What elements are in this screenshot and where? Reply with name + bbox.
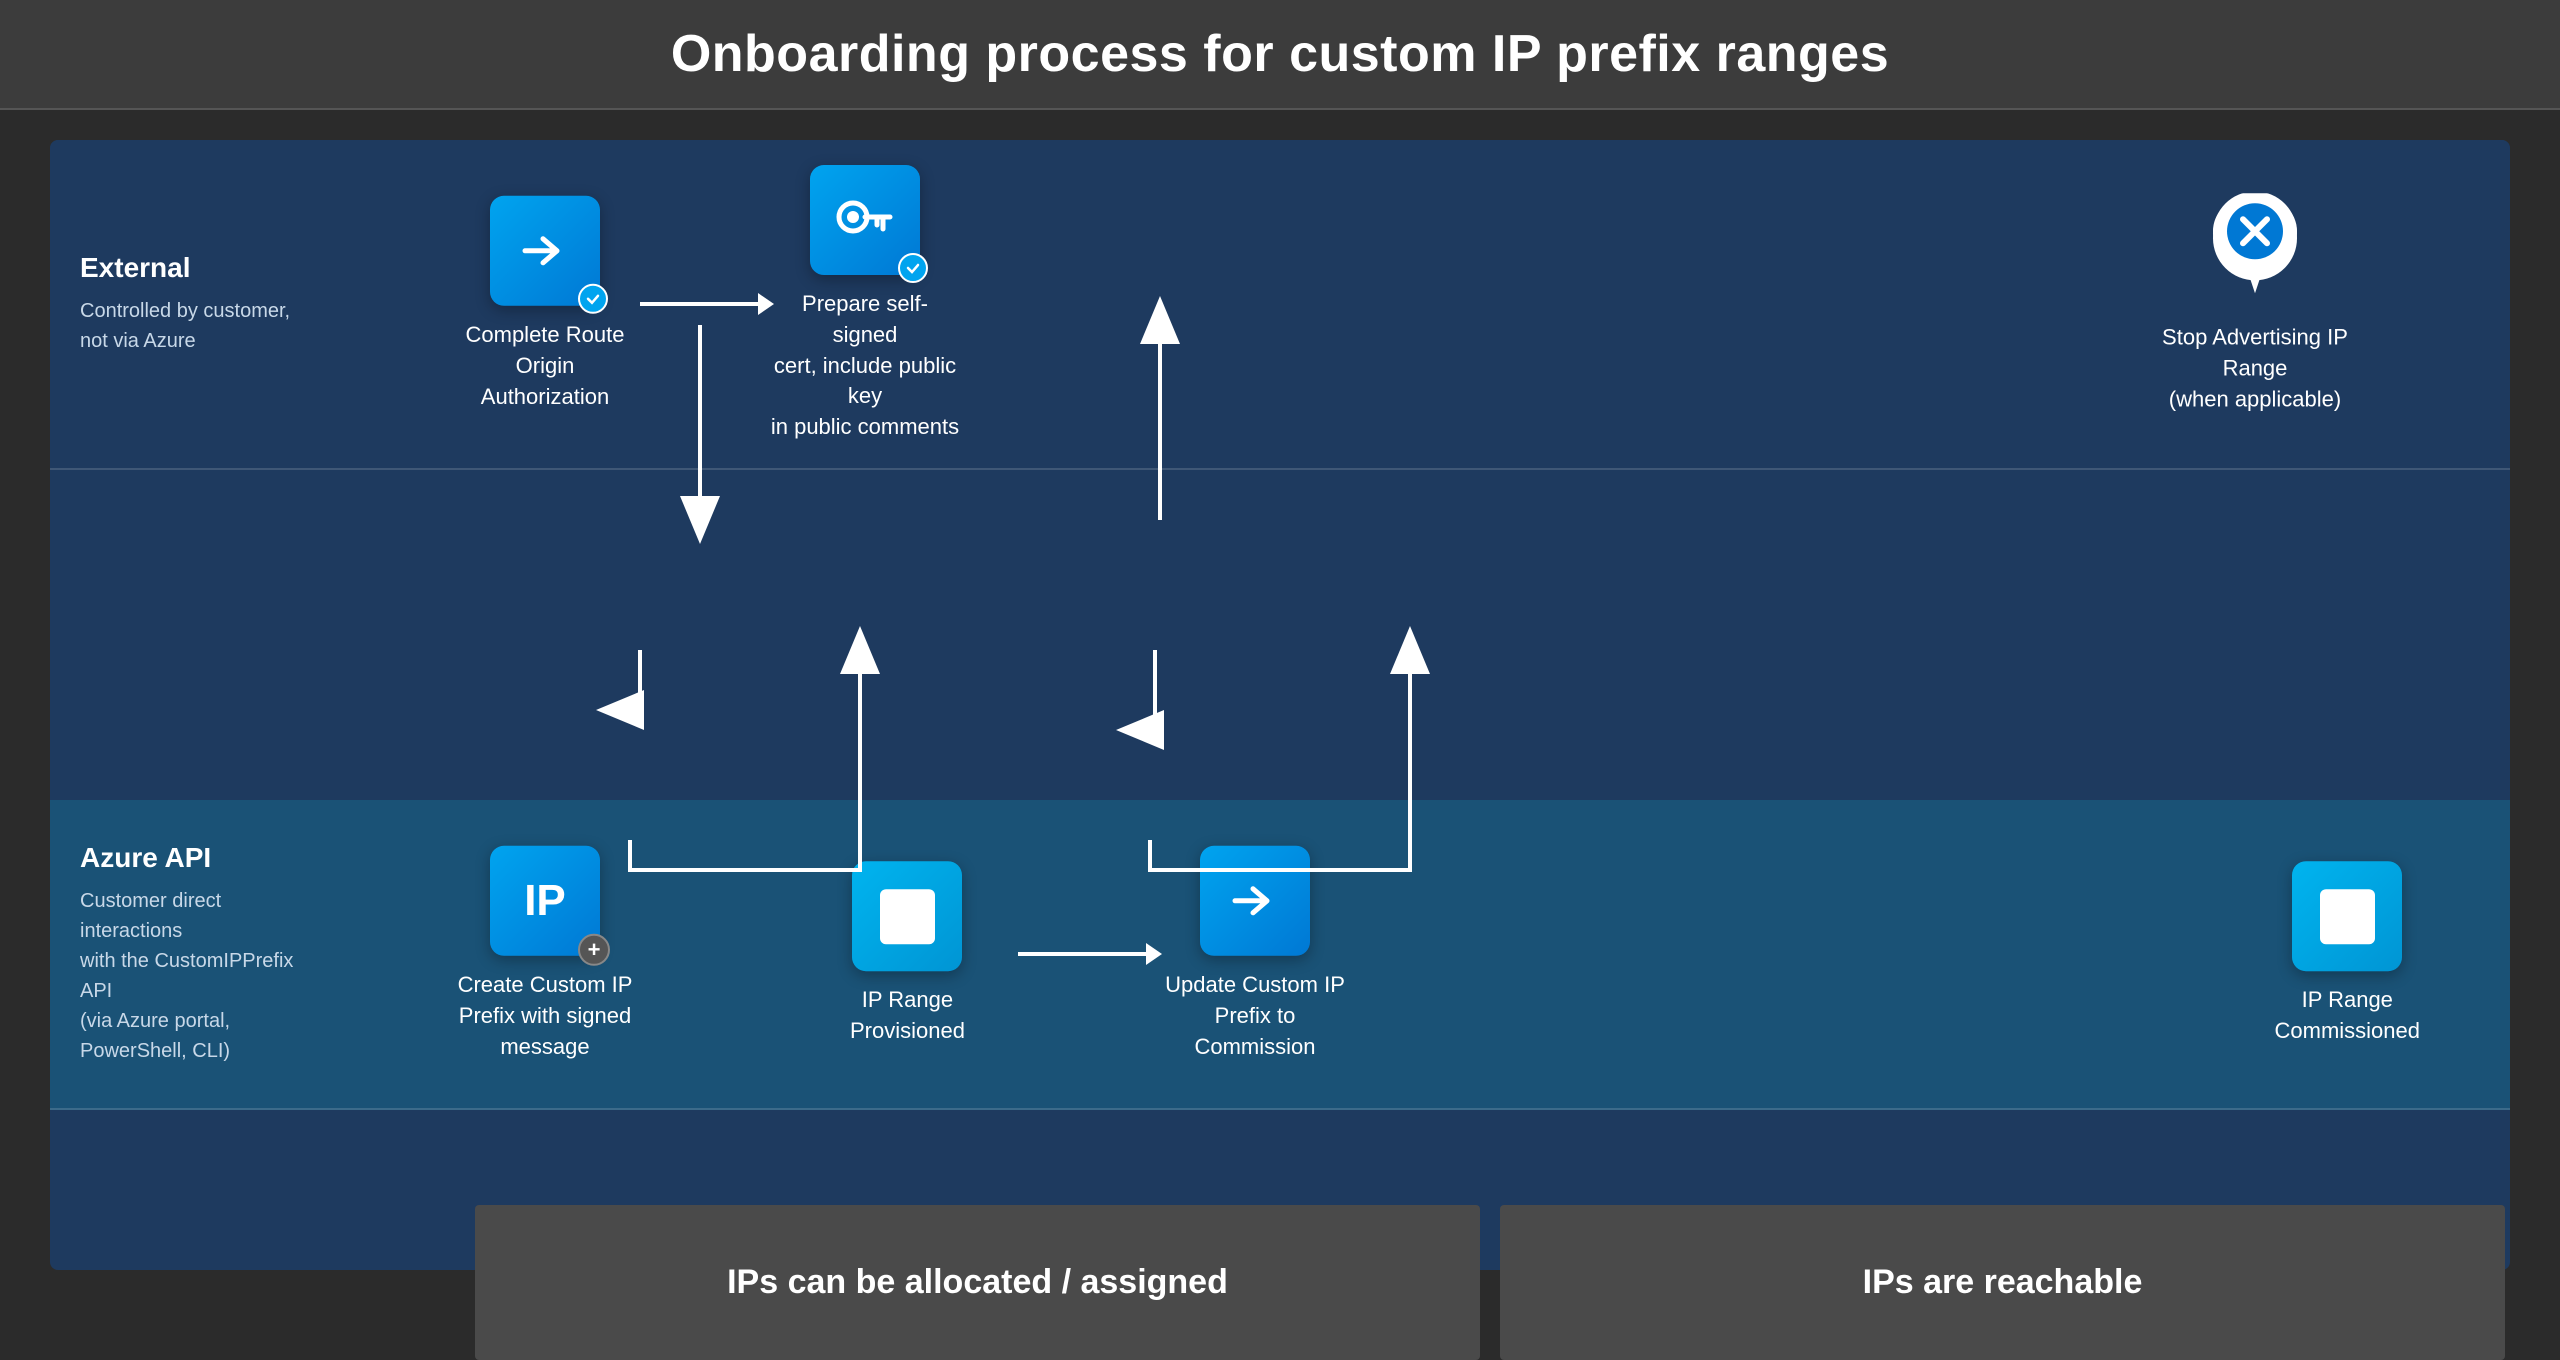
square-icon-commissioned	[2320, 889, 2375, 944]
status-divider	[1485, 1205, 1495, 1360]
create-prefix-label: Create Custom IPPrefix with signed messa…	[450, 970, 640, 1062]
row-azure: Azure API Customer direct interactionswi…	[50, 800, 2510, 1110]
status-box-reachable: IPs are reachable	[1500, 1205, 2505, 1360]
title-bar: Onboarding process for custom IP prefix …	[0, 0, 2560, 110]
external-label: External Controlled by customer,not via …	[50, 140, 330, 468]
square-icon-provisioned	[880, 889, 935, 944]
step-ip-commissioned: IP RangeCommissioned	[2275, 861, 2421, 1047]
allocate-text: IPs can be allocated / assigned	[727, 1263, 1228, 1302]
azure-title: Azure API	[80, 842, 300, 874]
step-ip-provisioned: IP RangeProvisioned	[850, 861, 965, 1047]
check-badge-key	[898, 253, 928, 283]
update-arrow-svg	[1225, 871, 1285, 931]
step-update-prefix: Update Custom IPPrefix to Commission	[1160, 846, 1350, 1062]
commissioned-label: IP RangeCommissioned	[2275, 985, 2421, 1047]
route-origin-label: Complete RouteOrigin Authorization	[450, 320, 640, 412]
self-signed-label: Prepare self-signedcert, include public …	[770, 289, 960, 443]
page-title: Onboarding process for custom IP prefix …	[671, 24, 1889, 84]
status-bar: IPs can be allocated / assigned IPs are …	[50, 1205, 2510, 1360]
commissioned-icon	[2292, 861, 2402, 971]
status-box-allocate: IPs can be allocated / assigned	[475, 1205, 1480, 1360]
ip-plus-icon: IP +	[490, 846, 600, 956]
external-desc: Controlled by customer,not via Azure	[80, 296, 300, 356]
v-arrow-up-stop	[2296, 140, 2300, 468]
provisioned-icon	[852, 861, 962, 971]
external-title: External	[80, 252, 300, 284]
azure-label: Azure API Customer direct interactionswi…	[50, 800, 330, 1108]
step-route-origin: Complete RouteOrigin Authorization	[450, 196, 640, 412]
reachable-text: IPs are reachable	[1863, 1263, 2143, 1302]
step-create-prefix: IP + Create Custom IPPrefix with signed …	[450, 846, 640, 1062]
azure-desc: Customer direct interactionswith the Cus…	[80, 886, 300, 1066]
main-diagram: External Controlled by customer,not via …	[50, 140, 2510, 1270]
outer-container: Onboarding process for custom IP prefix …	[0, 0, 2560, 1360]
step-self-signed: Prepare self-signedcert, include public …	[770, 165, 960, 443]
step-stop-advertising: Stop Advertising IP Range(when applicabl…	[2160, 193, 2350, 414]
stop-advertising-pin	[2205, 193, 2305, 308]
status-spacer	[50, 1205, 470, 1360]
azure-content: IP + Create Custom IPPrefix with signed …	[330, 800, 2510, 1108]
h-arrow-1	[640, 302, 760, 306]
key-icon	[810, 165, 920, 275]
connector-create-validates	[620, 650, 640, 710]
check-badge-route	[578, 284, 608, 314]
h-arrow-azure	[1018, 952, 1148, 956]
update-prefix-label: Update Custom IPPrefix to Commission	[1160, 970, 1350, 1062]
route-origin-icon	[490, 196, 600, 306]
arrow-right-svg	[515, 221, 575, 281]
row-external: External Controlled by customer,not via …	[50, 140, 2510, 470]
key-svg	[835, 195, 895, 245]
update-prefix-icon	[1200, 846, 1310, 956]
stop-advertising-label: Stop Advertising IP Range(when applicabl…	[2160, 322, 2350, 414]
provisioned-label: IP RangeProvisioned	[850, 985, 965, 1047]
connector-update-advertises	[1140, 650, 1155, 730]
plus-badge: +	[578, 934, 610, 966]
external-content: Complete RouteOrigin Authorization	[330, 140, 2510, 468]
